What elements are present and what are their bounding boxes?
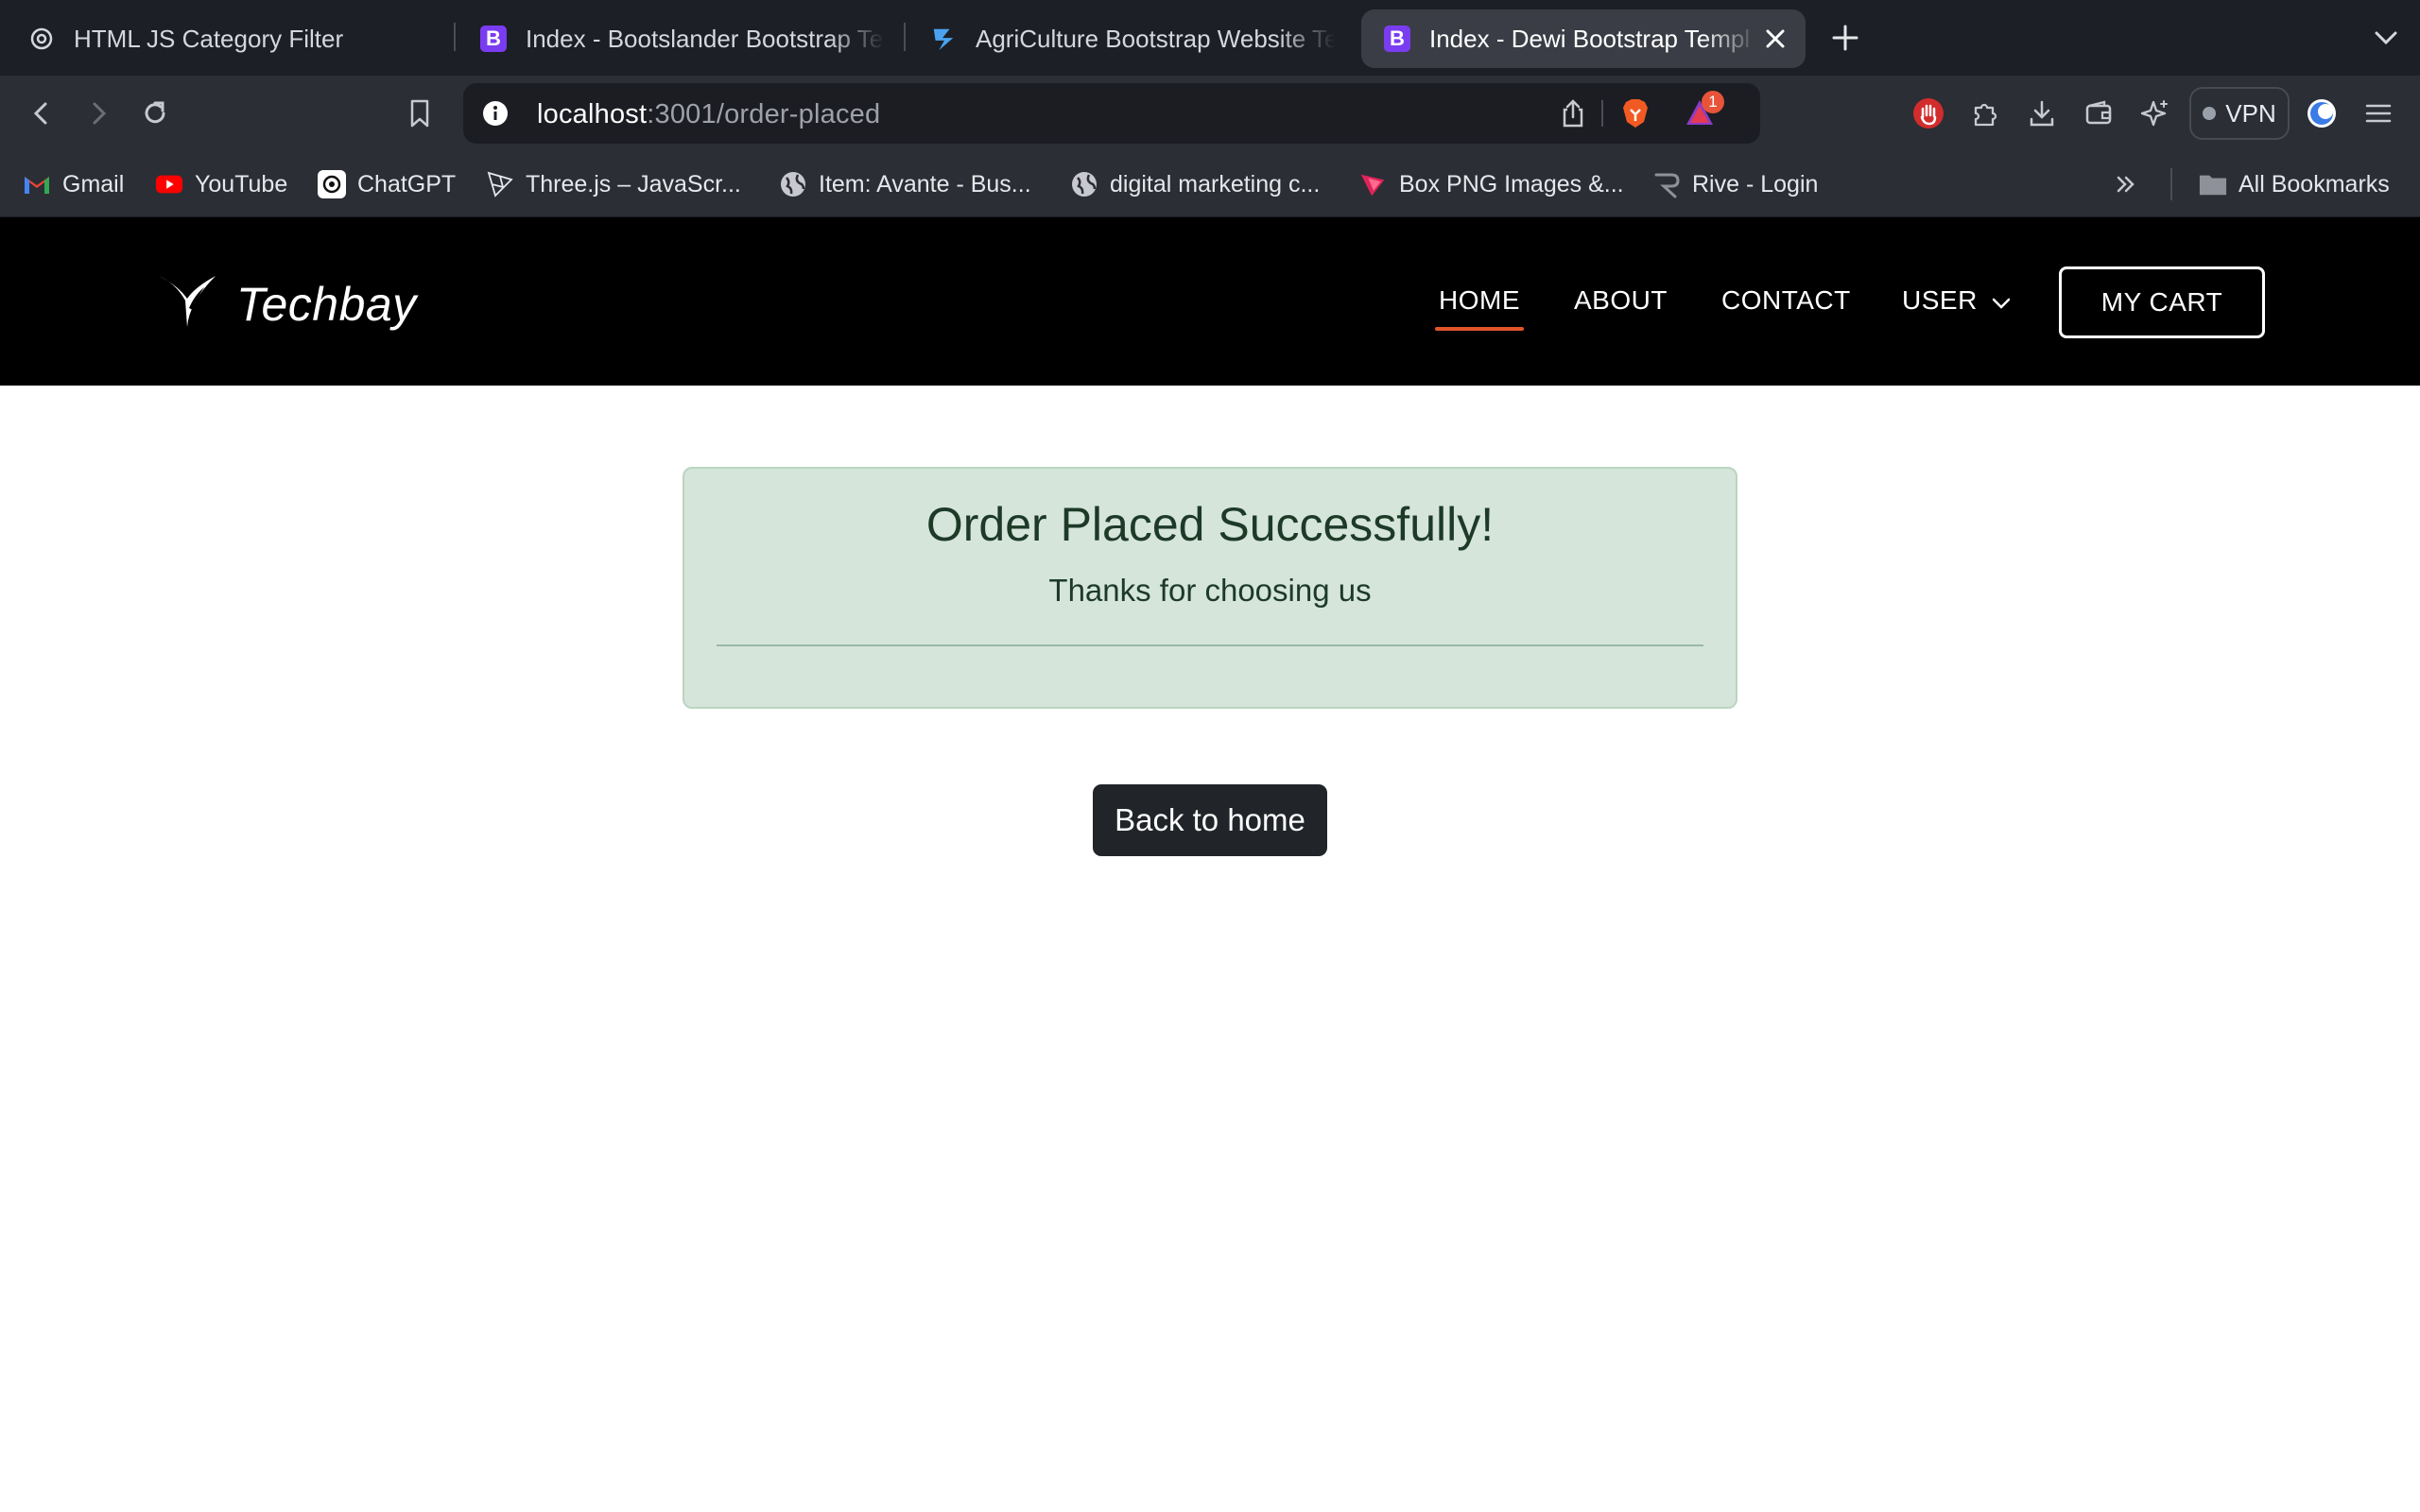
adblock-hand-icon[interactable] <box>1910 94 1947 132</box>
nav-user-dropdown[interactable]: USER <box>1902 285 2012 316</box>
brave-rewards-icon[interactable]: 1 <box>1685 91 1724 130</box>
brave-shields-icon[interactable] <box>1618 96 1652 130</box>
techbay-logo-icon <box>157 274 217 334</box>
tab-agriculture[interactable]: AgriCulture Bootstrap Website Template <box>930 9 1335 68</box>
alert-title: Order Placed Successfully! <box>925 498 1495 551</box>
address-bar[interactable]: localhost:3001/order-placed 1 <box>463 83 1760 144</box>
globe-icon <box>779 170 807 198</box>
back-icon[interactable] <box>23 94 60 132</box>
vpn-status-dot <box>2203 107 2217 120</box>
tab-separator <box>454 23 456 51</box>
bootstrap-icon: B <box>1384 26 1410 52</box>
forward-icon[interactable] <box>79 94 117 132</box>
vpn-button[interactable]: VPN <box>2189 87 2290 140</box>
brand-icon <box>930 26 957 52</box>
download-icon[interactable] <box>2023 94 2061 132</box>
divider <box>717 644 1703 646</box>
extensions-puzzle-icon[interactable] <box>1966 94 2004 132</box>
close-tab-icon[interactable] <box>1762 26 1789 52</box>
bookmark-label: Gmail <box>62 170 125 198</box>
separator <box>1601 100 1603 127</box>
bookmark-box-png[interactable]: Box PNG Images &... <box>1359 166 1624 202</box>
menu-hamburger-icon[interactable] <box>2360 94 2397 132</box>
browser-tab-bar: HTML JS Category Filter B Index - Bootsl… <box>0 0 2420 76</box>
bookmark-threejs[interactable]: Three.js – JavaScr... <box>486 166 741 202</box>
globe-icon <box>1070 170 1098 198</box>
bookmark-gmail[interactable]: Gmail <box>23 166 124 202</box>
bookmark-chatgpt[interactable]: ChatGPT <box>318 166 456 202</box>
order-success-alert: Order Placed Successfully! Thanks for ch… <box>683 467 1737 709</box>
bookmark-label: All Bookmarks <box>2238 170 2390 198</box>
separator <box>2170 168 2172 200</box>
alert-subtitle: Thanks for choosing us <box>1048 573 1372 608</box>
bookmarks-bar: Gmail YouTube ChatGPT Three.js – JavaScr… <box>0 151 2420 217</box>
bookmark-avante[interactable]: Item: Avante - Bus... <box>779 166 1031 202</box>
pngtree-icon <box>1359 170 1388 198</box>
rive-icon <box>1652 170 1681 198</box>
bookmark-label: digital marketing c... <box>1110 170 1321 198</box>
site-header: Techbay HOME ABOUT CONTACT USER MY CART <box>0 217 2420 386</box>
tab-dewi-active[interactable]: B Index - Dewi Bootstrap Template <box>1361 9 1806 68</box>
more-bookmarks-chevron-icon[interactable] <box>2112 170 2140 198</box>
all-bookmarks-folder[interactable]: All Bookmarks <box>2199 166 2390 202</box>
reload-icon[interactable] <box>136 94 174 132</box>
bookmark-rive[interactable]: Rive - Login <box>1652 166 1818 202</box>
nav-home[interactable]: HOME <box>1435 285 1524 331</box>
chatgpt-icon <box>28 26 55 52</box>
my-cart-button[interactable]: MY CART <box>2059 266 2265 338</box>
tab-html-js-category-filter[interactable]: HTML JS Category Filter <box>28 9 444 68</box>
site-info-icon[interactable] <box>482 100 509 127</box>
url-text[interactable]: localhost:3001/order-placed <box>537 99 880 130</box>
vpn-label: VPN <box>2225 98 2276 128</box>
bookmark-digital-marketing[interactable]: digital marketing c... <box>1070 166 1320 202</box>
bookmark-label: Three.js – JavaScr... <box>526 170 741 198</box>
nav-about[interactable]: ABOUT <box>1574 285 1668 316</box>
bookmark-youtube[interactable]: YouTube <box>155 166 287 202</box>
bootstrap-icon: B <box>480 26 507 52</box>
chatgpt-icon <box>318 170 346 198</box>
threejs-icon <box>486 170 514 198</box>
tab-title: HTML JS Category Filter <box>74 24 344 53</box>
tab-list-chevron-icon[interactable] <box>2371 23 2401 53</box>
bookmark-label: YouTube <box>195 170 288 198</box>
tab-separator <box>904 23 906 51</box>
new-tab-icon[interactable] <box>1828 21 1862 55</box>
profile-avatar-icon[interactable] <box>2303 94 2341 132</box>
nav-contact[interactable]: CONTACT <box>1721 285 1851 316</box>
nav-user-label: USER <box>1902 285 1978 315</box>
folder-icon <box>2199 170 2227 198</box>
brand-logo[interactable]: Techbay <box>157 274 417 334</box>
leo-ai-sparkle-icon[interactable] <box>2136 94 2174 132</box>
notification-badge: 1 <box>1702 91 1724 113</box>
tab-bootslander[interactable]: B Index - Bootslander Bootstrap Template <box>480 9 885 68</box>
youtube-icon <box>155 170 183 198</box>
bookmark-label: Item: Avante - Bus... <box>819 170 1031 198</box>
bookmark-icon[interactable] <box>401 94 439 132</box>
wallet-icon[interactable] <box>2080 94 2118 132</box>
bookmark-label: Box PNG Images &... <box>1399 170 1624 198</box>
back-to-home-button[interactable]: Back to home <box>1093 784 1327 856</box>
share-icon[interactable] <box>1558 98 1588 129</box>
gmail-icon <box>23 170 51 198</box>
bookmark-label: Rive - Login <box>1692 170 1819 198</box>
brand-name: Techbay <box>236 277 417 331</box>
bookmark-label: ChatGPT <box>357 170 457 198</box>
chevron-down-icon <box>1991 290 2012 311</box>
